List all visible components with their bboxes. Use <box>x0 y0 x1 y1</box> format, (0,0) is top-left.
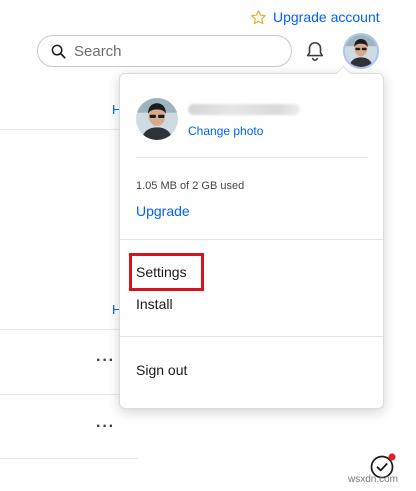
menu-divider <box>120 336 383 337</box>
row-divider <box>0 458 138 459</box>
menu-item-install[interactable]: Install <box>136 296 173 312</box>
menu-caret <box>335 65 352 82</box>
row-divider <box>0 129 138 130</box>
upgrade-account-label: Upgrade account <box>273 9 380 25</box>
star-icon <box>251 9 266 24</box>
notification-dot <box>388 453 396 461</box>
search-input[interactable] <box>74 42 274 60</box>
search-icon <box>51 44 66 59</box>
row-more-options-button[interactable]: ··· <box>96 352 115 370</box>
row-divider <box>0 329 138 330</box>
account-menu: Change photo 1.05 MB of 2 GB used Upgrad… <box>119 65 384 409</box>
watermark-text: wsxdn.com <box>348 474 399 485</box>
blurred-account-name <box>188 104 300 115</box>
profile-avatar[interactable] <box>136 98 178 140</box>
bell-icon[interactable] <box>304 40 326 62</box>
change-photo-link[interactable]: Change photo <box>188 124 263 138</box>
search-bar[interactable] <box>37 35 292 67</box>
menu-divider <box>120 239 383 240</box>
row-divider <box>0 394 138 395</box>
menu-divider <box>136 157 368 158</box>
storage-usage-text: 1.05 MB of 2 GB used <box>136 180 245 192</box>
row-more-options-button[interactable]: ··· <box>96 418 115 436</box>
upgrade-link[interactable]: Upgrade <box>136 203 190 219</box>
avatar-photo <box>345 35 377 67</box>
avatar-photo <box>136 98 178 140</box>
settings-highlight-box <box>129 253 204 291</box>
upgrade-account-link[interactable]: Upgrade account <box>250 7 380 27</box>
menu-item-sign-out[interactable]: Sign out <box>136 362 187 378</box>
account-avatar-button[interactable] <box>343 33 379 69</box>
